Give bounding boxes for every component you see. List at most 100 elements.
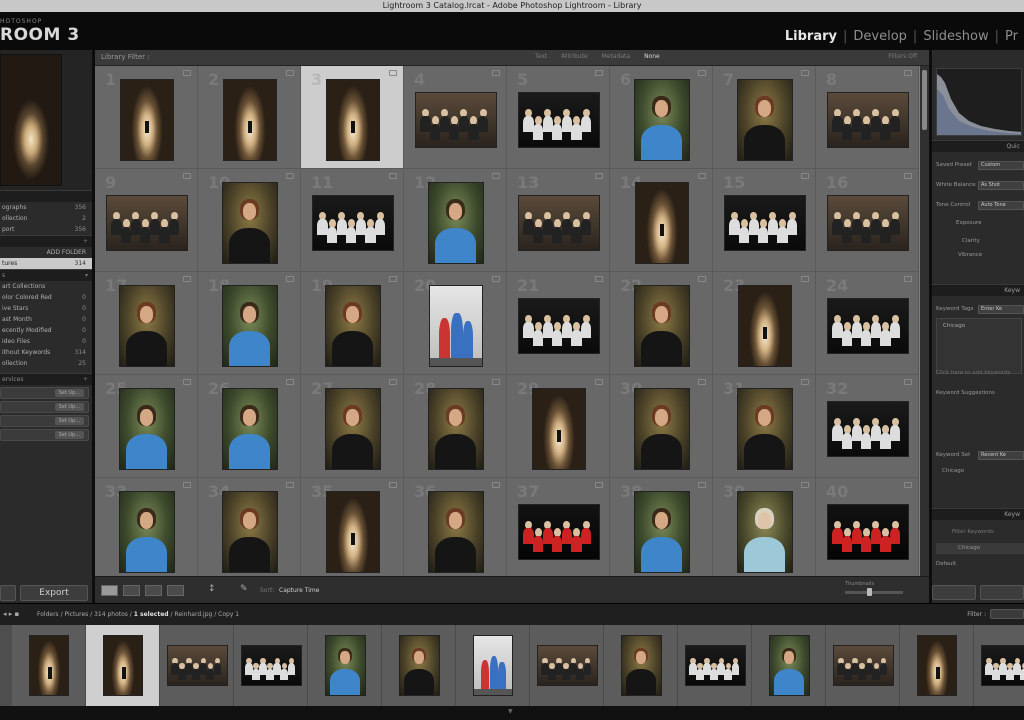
grid-cell[interactable]: 26	[198, 375, 301, 478]
catalog-item[interactable]: port 356	[0, 224, 92, 235]
quick-collection-icon[interactable]	[389, 276, 397, 282]
quick-collection-icon[interactable]	[904, 482, 912, 488]
quick-collection-icon[interactable]	[595, 482, 603, 488]
quick-collection-icon[interactable]	[595, 379, 603, 385]
photo-thumbnail[interactable]	[324, 387, 381, 470]
photo-thumbnail[interactable]	[119, 78, 174, 161]
sync-settings-button[interactable]	[980, 585, 1024, 600]
grid-cell[interactable]: 25	[95, 375, 198, 478]
quick-collection-icon[interactable]	[904, 70, 912, 76]
white-balance-select[interactable]: As Shot	[978, 181, 1024, 190]
photo-thumbnail[interactable]	[826, 503, 909, 560]
quick-collection-icon[interactable]	[698, 173, 706, 179]
publish-setup-button[interactable]: Set Up...	[54, 431, 84, 439]
quick-collection-icon[interactable]	[286, 70, 294, 76]
quick-collection-icon[interactable]	[698, 379, 706, 385]
grid-cell[interactable]: 21	[507, 272, 610, 375]
quick-collection-icon[interactable]	[698, 482, 706, 488]
quick-collection-icon[interactable]	[801, 173, 809, 179]
grid-cell[interactable]: 14	[610, 169, 713, 272]
filter-tab-text[interactable]: Text	[535, 53, 547, 60]
publish-service-row[interactable]: Set Up...	[0, 415, 89, 427]
collection-item[interactable]: olor Colored Red 0	[0, 292, 92, 303]
filter-tab-none[interactable]: None	[644, 53, 660, 60]
filmstrip-thumbnail[interactable]	[768, 635, 810, 696]
filmstrip-thumbnail[interactable]	[917, 635, 957, 696]
keyword-set-item-row[interactable]: Chicago	[936, 466, 1024, 477]
module-develop[interactable]: Develop	[847, 29, 913, 44]
photo-thumbnail[interactable]	[826, 400, 909, 457]
folder-item[interactable]: tures 314	[0, 258, 92, 269]
quick-collection-icon[interactable]	[904, 379, 912, 385]
quick-collection-icon[interactable]	[183, 173, 191, 179]
grid-cell[interactable]: 9	[95, 169, 198, 272]
quick-collection-icon[interactable]	[492, 379, 500, 385]
photo-thumbnail[interactable]	[826, 194, 909, 251]
publish-services-header[interactable]: ervices +	[0, 373, 92, 385]
filmstrip-thumbnail[interactable]	[536, 645, 598, 686]
photo-thumbnail[interactable]	[221, 490, 278, 573]
quick-collection-icon[interactable]	[183, 70, 191, 76]
sync-metadata-button[interactable]	[932, 585, 976, 600]
filter-preset-select[interactable]: Filters Off	[888, 53, 917, 60]
grid-cell[interactable]: 7	[713, 66, 816, 169]
collection-item[interactable]: ive Stars 0	[0, 303, 92, 314]
quick-collection-icon[interactable]	[286, 173, 294, 179]
saved-preset-select[interactable]: Custom	[978, 161, 1024, 170]
loupe-view-button[interactable]	[123, 585, 140, 596]
module-print[interactable]: Pr	[999, 29, 1024, 44]
photo-thumbnail[interactable]	[517, 194, 600, 251]
publish-setup-button[interactable]: Set Up...	[54, 389, 84, 397]
filmstrip-cell[interactable]	[308, 625, 382, 706]
quick-develop-header[interactable]: Quic	[932, 140, 1024, 152]
grid-scrollbar[interactable]	[920, 66, 929, 576]
filmstrip-cell[interactable]	[900, 625, 974, 706]
photo-thumbnail[interactable]	[736, 387, 793, 470]
publish-service-row[interactable]: Set Up...	[0, 429, 89, 441]
photo-thumbnail[interactable]	[633, 490, 690, 573]
filmstrip-thumbnail[interactable]	[324, 635, 366, 696]
filmstrip-thumbnail[interactable]	[684, 645, 746, 686]
keyword-list-header[interactable]: Keyw	[932, 508, 1024, 520]
module-library[interactable]: Library	[779, 29, 843, 44]
grid-cell[interactable]: 33	[95, 478, 198, 576]
grid-cell[interactable]: 15	[713, 169, 816, 272]
filmstrip-cell[interactable]	[604, 625, 678, 706]
filmstrip-filter-select[interactable]	[990, 609, 1024, 619]
sort-direction-icon[interactable]: ↕	[208, 584, 216, 597]
quick-collection-icon[interactable]	[492, 70, 500, 76]
filmstrip-cell[interactable]	[456, 625, 530, 706]
grid-cell[interactable]: 29	[507, 375, 610, 478]
photo-thumbnail[interactable]	[517, 91, 600, 148]
photo-thumbnail[interactable]	[414, 91, 497, 148]
survey-view-button[interactable]	[167, 585, 184, 596]
photo-thumbnail[interactable]	[428, 284, 483, 367]
sort-select[interactable]: Capture Time	[279, 587, 319, 594]
quick-collection-icon[interactable]	[286, 276, 294, 282]
filmstrip-source-path[interactable]: Folders / Pictures / 314 photos / 1 sele…	[37, 611, 239, 618]
photo-thumbnail[interactable]	[118, 387, 175, 470]
grid-view-button[interactable]	[101, 585, 118, 596]
photo-thumbnail[interactable]	[531, 387, 586, 470]
navigator-preview[interactable]	[0, 54, 62, 186]
quick-collection-icon[interactable]	[801, 276, 809, 282]
grid-cell[interactable]: 27	[301, 375, 404, 478]
photo-thumbnail[interactable]	[311, 194, 394, 251]
photo-thumbnail[interactable]	[105, 194, 188, 251]
grid-cell[interactable]: 36	[404, 478, 507, 576]
grid-cell[interactable]: 19	[301, 272, 404, 375]
grid-cell[interactable]: 2	[198, 66, 301, 169]
grid-cell[interactable]: 22	[610, 272, 713, 375]
grid-cell[interactable]: 8	[816, 66, 919, 169]
photo-thumbnail[interactable]	[736, 490, 793, 573]
publish-setup-button[interactable]: Set Up...	[54, 417, 84, 425]
photo-thumbnail[interactable]	[633, 78, 690, 161]
grid-scroll-thumb[interactable]	[922, 70, 927, 130]
photo-thumbnail[interactable]	[517, 503, 600, 560]
quick-collection-icon[interactable]	[801, 379, 809, 385]
quick-collection-icon[interactable]	[595, 276, 603, 282]
grid-cell[interactable]: 3	[301, 66, 404, 169]
filmstrip-cell[interactable]	[530, 625, 604, 706]
filmstrip-cell[interactable]	[752, 625, 826, 706]
publish-service-row[interactable]: Set Up...	[0, 401, 89, 413]
